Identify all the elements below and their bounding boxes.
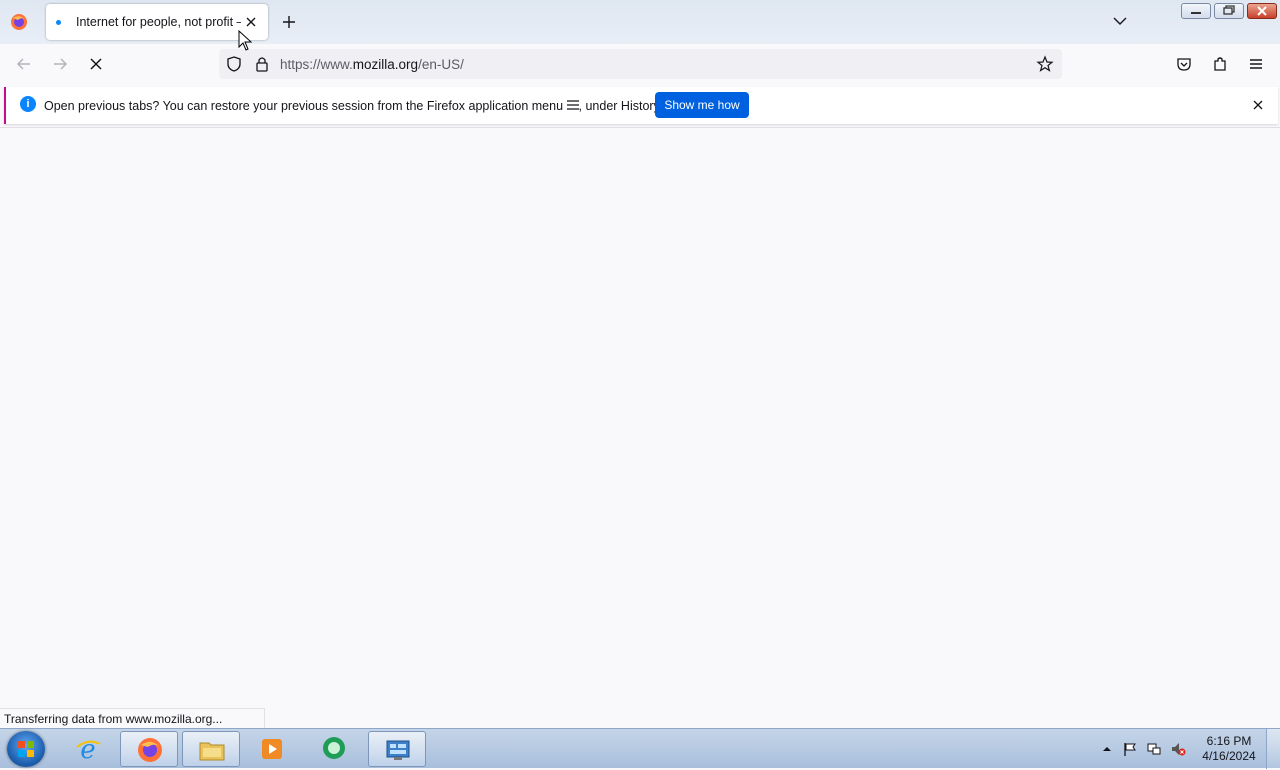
tab-title: Internet for people, not profit — Mozill…	[76, 15, 241, 29]
taskbar-file-explorer[interactable]	[182, 731, 240, 767]
chevron-down-icon[interactable]	[1111, 12, 1129, 30]
address-bar[interactable]: https://www.mozilla.org/en-US/	[219, 49, 1062, 79]
close-window-button[interactable]	[1247, 3, 1277, 19]
media-player-icon	[262, 739, 282, 759]
lock-icon[interactable]	[253, 55, 271, 73]
firefox-icon	[138, 738, 162, 762]
network-icon[interactable]	[1146, 741, 1162, 757]
taskbar: e 6:16 PM 4/16/2024	[0, 728, 1280, 769]
mouse-cursor-icon	[238, 30, 252, 51]
clock-time: 6:16 PM	[1206, 734, 1252, 748]
taskbar-media-player[interactable]	[243, 731, 301, 767]
hamburger-menu-icon	[566, 100, 579, 110]
folder-icon	[199, 742, 225, 761]
status-panel: Transferring data from www.mozilla.org..…	[0, 708, 266, 729]
url-path: /en-US/	[418, 57, 464, 72]
stop-loading-icon[interactable]	[86, 54, 106, 74]
pocket-icon[interactable]	[1174, 54, 1194, 74]
close-icon[interactable]	[242, 13, 260, 31]
notification-message: Open previous tabs? You can restore your…	[44, 99, 662, 113]
url-text: https://www.mozilla.org/en-US/	[280, 57, 464, 72]
action-center-flag-icon[interactable]	[1122, 741, 1138, 757]
url-prefix: https://www.	[280, 57, 353, 72]
system-clock[interactable]: 6:16 PM 4/16/2024	[1196, 734, 1262, 764]
start-button[interactable]	[7, 731, 45, 767]
taskbar-control-panel[interactable]	[368, 731, 426, 767]
taskbar-messenger[interactable]	[305, 731, 363, 767]
clock-date: 4/16/2024	[1202, 749, 1256, 763]
close-icon[interactable]	[1249, 96, 1267, 114]
taskbar-firefox[interactable]	[120, 731, 178, 767]
chat-bubble-icon	[323, 737, 345, 759]
minimize-button[interactable]	[1181, 3, 1211, 19]
hamburger-menu-icon[interactable]	[1246, 54, 1266, 74]
windows-logo-icon	[18, 741, 34, 757]
back-arrow-icon[interactable]	[14, 54, 34, 74]
show-me-how-button[interactable]: Show me how	[655, 92, 749, 118]
tab-strip: Internet for people, not profit — Mozill…	[0, 0, 1280, 44]
bookmark-star-icon[interactable]	[1036, 55, 1054, 73]
notification-text-start: Open previous tabs? You can restore your…	[44, 99, 564, 113]
new-tab-icon[interactable]	[279, 12, 299, 32]
firefox-view-icon[interactable]	[9, 12, 29, 32]
svg-text:e: e	[80, 735, 95, 763]
tab-mozilla[interactable]: Internet for people, not profit — Mozill…	[46, 4, 268, 40]
notification-text-end: , under History.	[578, 99, 663, 113]
forward-arrow-icon[interactable]	[50, 54, 70, 74]
show-hidden-icons-icon[interactable]	[1099, 741, 1115, 757]
restore-button[interactable]	[1214, 3, 1244, 19]
control-panel-icon	[386, 740, 410, 760]
volume-muted-icon[interactable]	[1170, 741, 1186, 757]
loading-dot-icon	[56, 20, 61, 25]
taskbar-internet-explorer[interactable]: e	[59, 731, 117, 767]
navigation-toolbar: https://www.mozilla.org/en-US/	[0, 44, 1280, 86]
internet-explorer-icon: e	[76, 735, 101, 763]
url-domain: mozilla.org	[352, 57, 419, 72]
show-desktop-button[interactable]	[1266, 729, 1280, 769]
session-restore-notification: i Open previous tabs? You can restore yo…	[4, 87, 1278, 124]
extensions-icon[interactable]	[1210, 54, 1230, 74]
content-separator	[0, 127, 1280, 128]
info-icon: i	[20, 96, 36, 112]
shield-icon[interactable]	[225, 55, 243, 73]
